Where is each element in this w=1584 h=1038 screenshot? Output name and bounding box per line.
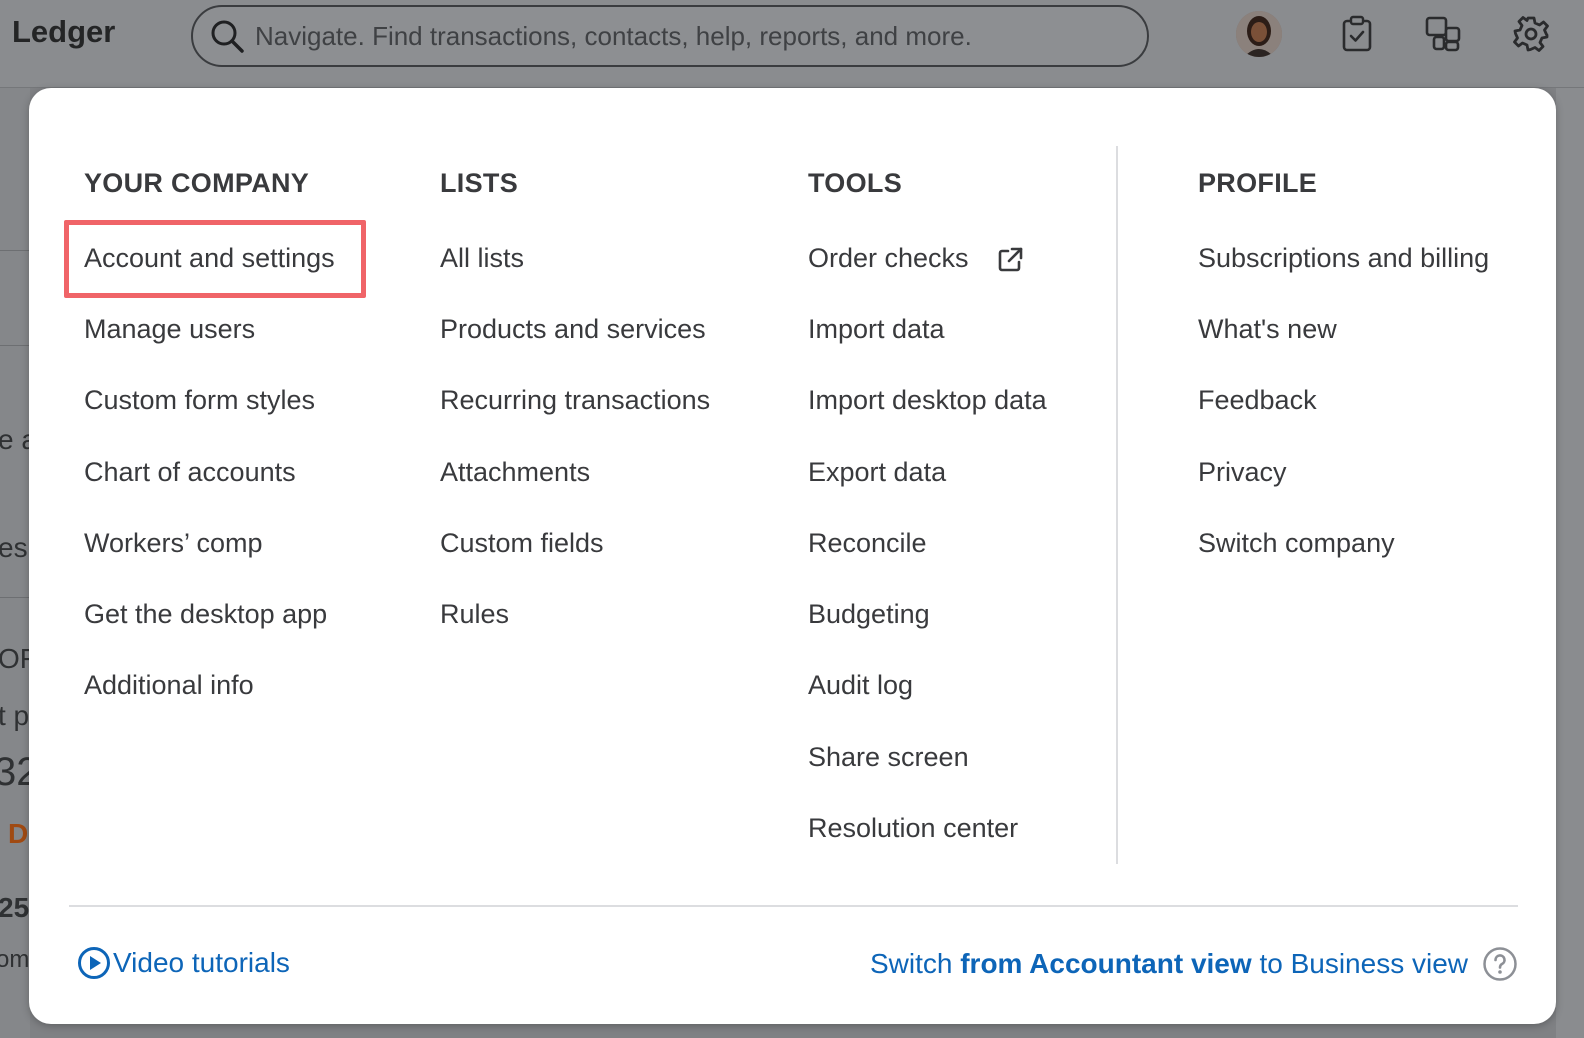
menu-item-additional-info[interactable]: Additional info [84,670,254,701]
menu-item-audit-log[interactable]: Audit log [808,670,913,701]
background-text: 25 [0,892,30,923]
menu-item-switch-company[interactable]: Switch company [1198,528,1395,559]
menu-item-products-and-services[interactable]: Products and services [440,314,706,345]
menu-item-export-data[interactable]: Export data [808,457,946,488]
search-input[interactable] [255,7,1147,65]
menu-item-budgeting[interactable]: Budgeting [808,599,930,630]
menu-item-share-screen[interactable]: Share screen [808,742,969,773]
switch-view-text-3: to Business view [1251,948,1468,979]
column-divider [1116,146,1118,864]
background-page-right [1556,88,1584,1038]
background-divider [0,345,30,346]
menu-item-custom-form-styles[interactable]: Custom form styles [84,385,315,416]
task-button[interactable] [1334,11,1380,57]
background-text: es [0,532,28,563]
background-text: D [8,818,29,849]
help-icon[interactable] [1482,946,1518,982]
menu-item-workers-comp[interactable]: Workers’ comp [84,528,263,559]
switch-view-text-1: Switch [869,948,961,979]
switch-view-link[interactable]: Switch from Accountant view to Business … [870,948,1468,980]
menu-item-order-checks-label: Order checks [808,243,969,273]
top-bar: Ledger [0,0,1584,88]
menu-item-get-desktop-app[interactable]: Get the desktop app [84,599,327,630]
apps-button[interactable] [1420,11,1466,57]
background-text: om [0,946,30,973]
video-tutorials-link[interactable]: Video tutorials [77,946,290,980]
menu-item-import-desktop-data[interactable]: Import desktop data [808,385,1047,416]
video-tutorials-label: Video tutorials [113,947,290,978]
menu-item-attachments[interactable]: Attachments [440,457,590,488]
gear-icon [1513,16,1549,52]
external-link-icon [998,247,1023,272]
global-search[interactable] [191,5,1149,67]
column-heading-tools: TOOLS [808,168,903,198]
column-heading-your-company: YOUR COMPANY [84,168,310,198]
menu-item-privacy[interactable]: Privacy [1198,457,1287,488]
menu-item-whats-new[interactable]: What's new [1198,314,1337,345]
column-heading-lists: LISTS [440,168,519,198]
column-heading-profile: PROFILE [1198,168,1318,198]
menu-item-rules[interactable]: Rules [440,599,509,630]
menu-item-recurring-transactions[interactable]: Recurring transactions [440,385,710,416]
background-divider [0,597,30,598]
avatar[interactable] [1236,11,1282,57]
apps-icon [1425,16,1461,52]
menu-item-subscriptions-and-billing[interactable]: Subscriptions and billing [1198,243,1489,274]
play-circle-icon [78,947,110,979]
footer-divider [69,905,1518,907]
menu-item-all-lists[interactable]: All lists [440,243,524,274]
background-text: t p [0,700,30,731]
settings-button[interactable] [1508,11,1554,57]
menu-item-reconcile[interactable]: Reconcile [808,528,927,559]
avatar-image [1236,11,1282,57]
app-brand: Ledger [12,14,116,49]
settings-menu-panel: YOUR COMPANY Account and settings Manage… [29,88,1556,1024]
menu-item-resolution-center[interactable]: Resolution center [808,813,1018,844]
menu-item-custom-fields[interactable]: Custom fields [440,528,604,559]
clipboard-check-icon [1342,15,1372,52]
menu-item-order-checks[interactable]: Order checks [808,243,1024,274]
switch-view-text-2: from Accountant view [960,948,1252,979]
menu-item-feedback[interactable]: Feedback [1198,385,1317,416]
background-divider [0,250,30,251]
menu-item-manage-users[interactable]: Manage users [84,314,255,345]
search-icon [211,20,244,53]
menu-item-chart-of-accounts[interactable]: Chart of accounts [84,457,296,488]
highlight-annotation [64,220,366,298]
menu-item-import-data[interactable]: Import data [808,314,945,345]
view-switch-row: Switch from Accountant view to Business … [870,946,1518,982]
